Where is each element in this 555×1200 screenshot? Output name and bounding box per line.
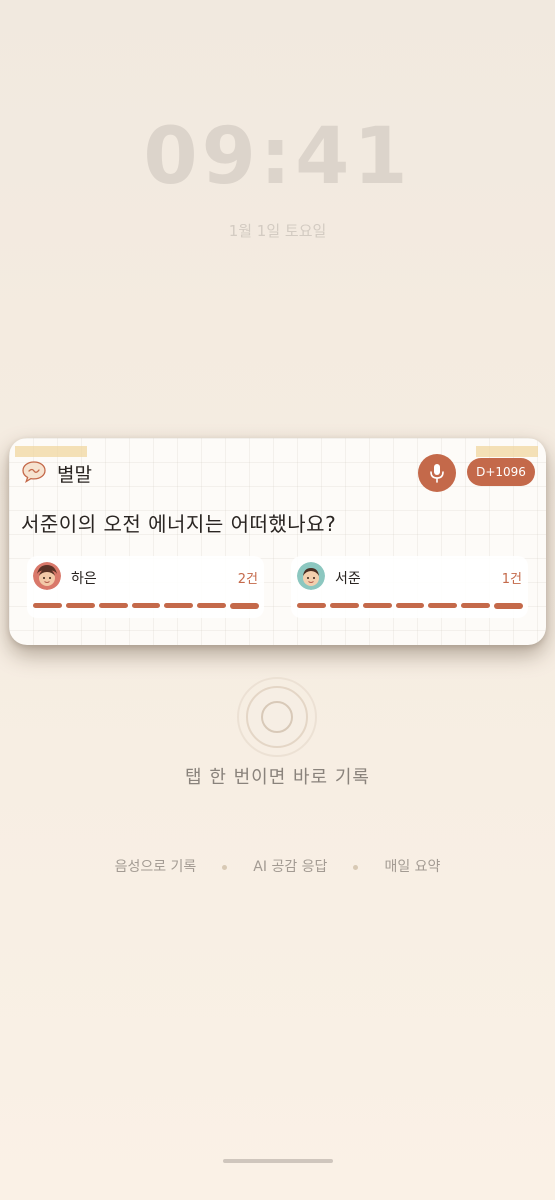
separator-dot [353,864,359,870]
feature-voice-record: 음성으로 기록 [114,859,197,875]
child-avatar-icon [33,562,61,590]
progress-segment [494,603,524,609]
lockscreen-clock: 09:41 [143,112,412,202]
child-card-seojun[interactable]: 서준 1건 [291,556,528,618]
tape-decoration [15,446,87,457]
progress-segment [362,603,392,608]
progress-segment [33,603,62,608]
feature-ai-response: AI 공감 응답 [253,859,328,875]
record-progress-bar [297,603,524,609]
separator-dot [222,864,228,870]
progress-segment [230,603,260,609]
home-indicator[interactable] [223,1159,333,1163]
question-prompt[interactable]: 서준이의 오전 에너지는 어떠했나요? [21,508,336,537]
lockscreen-date: 1월 1일 토요일 [228,222,327,240]
mic-button[interactable] [418,454,456,492]
child-name: 하은 [71,571,97,587]
child-record-count: 2건 [237,572,258,587]
feature-daily-summary: 매일 요약 [384,859,441,875]
progress-segment [395,603,425,608]
child-avatar-icon [297,562,325,590]
byeolmal-widget[interactable]: 별말 D+1096 서준이의 오전 에너지는 어떠했나요? 하은 2건 서준 1… [9,438,546,645]
record-progress-bar [33,603,260,609]
progress-segment [297,603,326,608]
progress-segment [65,603,95,608]
child-record-count: 1건 [501,572,522,587]
microphone-icon [430,464,444,483]
speech-bubble-logo-icon [22,461,46,483]
progress-segment [164,603,194,608]
progress-segment [461,603,491,608]
tap-record-ring-icon[interactable] [236,676,318,758]
progress-segment [131,603,161,608]
feature-list: 음성으로 기록 AI 공감 응답 매일 요약 [0,856,555,876]
progress-segment [197,603,227,608]
dday-badge[interactable]: D+1096 [467,458,535,486]
child-card-haeun[interactable]: 하은 2건 [27,556,264,618]
app-name: 별말 [57,464,92,486]
progress-segment [98,603,128,608]
child-name: 서준 [335,571,361,587]
progress-segment [329,603,359,608]
tap-hint-text: 탭 한 번이면 바로 기록 [185,767,370,788]
progress-segment [428,603,458,608]
tape-decoration [476,446,538,457]
